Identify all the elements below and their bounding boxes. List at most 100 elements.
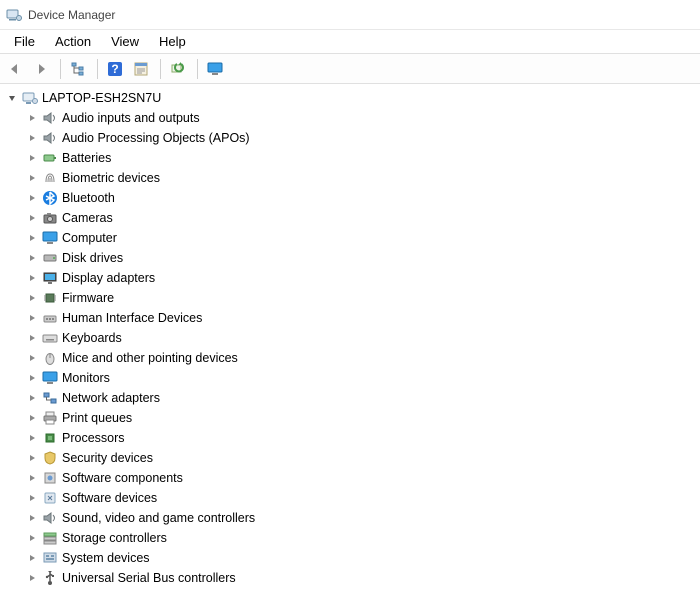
tree-item[interactable]: Keyboards: [4, 328, 700, 348]
tree-item[interactable]: Audio inputs and outputs: [4, 108, 700, 128]
tree-item-label: Storage controllers: [62, 531, 167, 545]
tree-root-label: LAPTOP-ESH2SN7U: [42, 91, 161, 105]
toolbar-help-button[interactable]: ?: [104, 57, 128, 81]
component-icon: [42, 470, 58, 486]
expander-icon[interactable]: [26, 392, 38, 404]
tree-item-label: Firmware: [62, 291, 114, 305]
expander-icon[interactable]: [26, 232, 38, 244]
toolbar-display-monitor-button[interactable]: [204, 57, 228, 81]
titlebar: Device Manager: [0, 0, 700, 30]
svg-text:?: ?: [111, 62, 118, 76]
expander-icon[interactable]: [26, 432, 38, 444]
tree-item[interactable]: Computer: [4, 228, 700, 248]
expander-icon[interactable]: [26, 452, 38, 464]
expander-icon[interactable]: [26, 472, 38, 484]
tree-item[interactable]: Batteries: [4, 148, 700, 168]
tree-item-label: Computer: [62, 231, 117, 245]
expander-icon[interactable]: [26, 312, 38, 324]
keyboard-icon: [42, 330, 58, 346]
tree-item[interactable]: Audio Processing Objects (APOs): [4, 128, 700, 148]
camera-icon: [42, 210, 58, 226]
tree-item-label: Monitors: [62, 371, 110, 385]
security-icon: [42, 450, 58, 466]
arrow-right-icon: [33, 61, 49, 77]
expander-icon[interactable]: [26, 572, 38, 584]
expander-icon[interactable]: [26, 492, 38, 504]
tree-item-label: Print queues: [62, 411, 132, 425]
mouse-icon: [42, 350, 58, 366]
menu-help[interactable]: Help: [149, 31, 196, 52]
tree-item[interactable]: Cameras: [4, 208, 700, 228]
tree-item[interactable]: System devices: [4, 548, 700, 568]
device-tree[interactable]: LAPTOP-ESH2SN7U Audio inputs and outputsA…: [0, 84, 700, 616]
toolbar-separator: [60, 59, 61, 79]
tree-item[interactable]: Universal Serial Bus controllers: [4, 568, 700, 588]
bluetooth-icon: [42, 190, 58, 206]
expander-icon[interactable]: [26, 352, 38, 364]
menu-view[interactable]: View: [101, 31, 149, 52]
expander-icon[interactable]: [26, 292, 38, 304]
tree-item-label: Batteries: [62, 151, 111, 165]
tree-item[interactable]: Disk drives: [4, 248, 700, 268]
expander-icon[interactable]: [26, 112, 38, 124]
toolbar-back-button[interactable]: [4, 57, 28, 81]
expander-icon[interactable]: [26, 192, 38, 204]
expander-icon[interactable]: [26, 152, 38, 164]
tree-item-label: Software devices: [62, 491, 157, 505]
tree-item[interactable]: Storage controllers: [4, 528, 700, 548]
tree-item-label: Display adapters: [62, 271, 155, 285]
tree-item[interactable]: Bluetooth: [4, 188, 700, 208]
toolbar-show-hide-tree-button[interactable]: [67, 57, 91, 81]
tree-item-label: Universal Serial Bus controllers: [62, 571, 236, 585]
tree-item[interactable]: Human Interface Devices: [4, 308, 700, 328]
tree-item-label: Keyboards: [62, 331, 122, 345]
expander-icon[interactable]: [26, 512, 38, 524]
fingerprint-icon: [42, 170, 58, 186]
monitor-icon: [42, 370, 58, 386]
expander-icon[interactable]: [26, 412, 38, 424]
menu-action[interactable]: Action: [45, 31, 101, 52]
monitor-blue-icon: [207, 61, 223, 77]
tree-item[interactable]: Processors: [4, 428, 700, 448]
expander-icon[interactable]: [26, 532, 38, 544]
expander-icon[interactable]: [26, 212, 38, 224]
tree-item[interactable]: Software components: [4, 468, 700, 488]
expander-icon[interactable]: [26, 372, 38, 384]
help-icon: ?: [107, 61, 123, 77]
tree-item-label: Disk drives: [62, 251, 123, 265]
tree-item-label: Security devices: [62, 451, 153, 465]
expander-icon[interactable]: [26, 552, 38, 564]
tree-item[interactable]: Network adapters: [4, 388, 700, 408]
tree-item[interactable]: Print queues: [4, 408, 700, 428]
expander-icon[interactable]: [26, 252, 38, 264]
arrow-left-icon: [7, 61, 23, 77]
tree-item[interactable]: Display adapters: [4, 268, 700, 288]
tree-item-label: Bluetooth: [62, 191, 115, 205]
expander-icon[interactable]: [26, 132, 38, 144]
speaker-icon: [42, 110, 58, 126]
expander-icon[interactable]: [26, 272, 38, 284]
tree-item[interactable]: Mice and other pointing devices: [4, 348, 700, 368]
tree-item[interactable]: Sound, video and game controllers: [4, 508, 700, 528]
tree-item[interactable]: Firmware: [4, 288, 700, 308]
expander-icon[interactable]: [26, 332, 38, 344]
tree-item[interactable]: Monitors: [4, 368, 700, 388]
toolbar-scan-hardware-button[interactable]: [167, 57, 191, 81]
tree-item-label: Cameras: [62, 211, 113, 225]
system-icon: [42, 550, 58, 566]
tree-icon: [70, 61, 86, 77]
tree-item[interactable]: Security devices: [4, 448, 700, 468]
tree-item[interactable]: Software devices: [4, 488, 700, 508]
battery-icon: [42, 150, 58, 166]
toolbar-forward-button[interactable]: [30, 57, 54, 81]
toolbar-separator: [160, 59, 161, 79]
tree-root[interactable]: LAPTOP-ESH2SN7U: [4, 88, 700, 108]
expander-icon[interactable]: [26, 172, 38, 184]
tree-item[interactable]: Biometric devices: [4, 168, 700, 188]
window-title: Device Manager: [28, 8, 115, 22]
expander-icon[interactable]: [6, 92, 18, 104]
disk-icon: [42, 250, 58, 266]
toolbar-properties-sheet-button[interactable]: [130, 57, 154, 81]
menu-file[interactable]: File: [4, 31, 45, 52]
computer-icon: [22, 90, 38, 106]
